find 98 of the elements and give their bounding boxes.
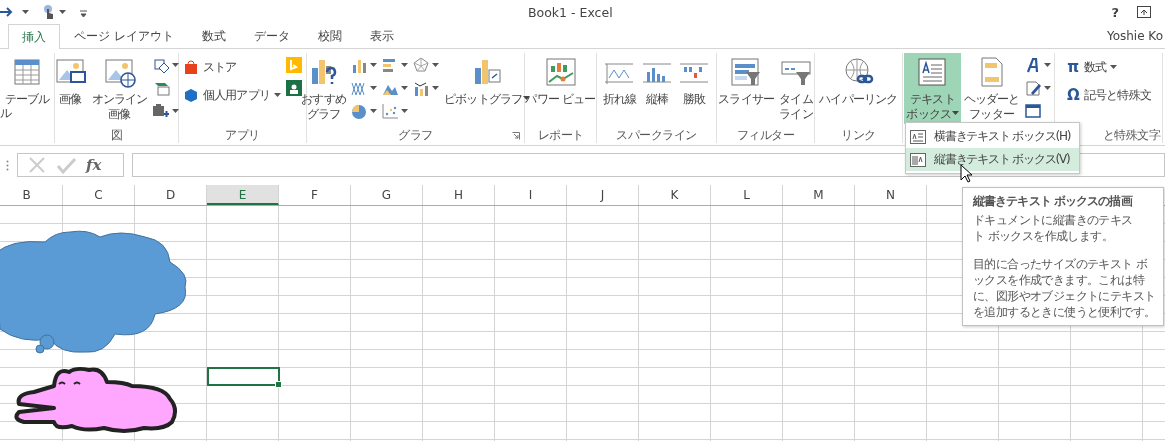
text-box-icon: [916, 56, 949, 88]
caret-icon: [370, 62, 378, 67]
column-header[interactable]: B: [0, 185, 63, 205]
ribbon-button[interactable]: 縦棒: [639, 53, 676, 123]
help-button[interactable]: ?: [1111, 4, 1119, 20]
caret-icon: [171, 108, 179, 113]
image-globe-icon: [103, 56, 136, 88]
ribbon-button[interactable]: 折れ線: [600, 53, 639, 123]
insert-function-button[interactable]: fx: [86, 156, 102, 174]
ribbon-button[interactable]: おすすめ グラフ: [299, 53, 349, 124]
column-header[interactable]: C: [63, 185, 135, 205]
ribbon-button[interactable]: スライサー: [716, 53, 777, 123]
ribbon-button[interactable]: 個人用アプリ: [180, 83, 284, 107]
group-label: スパークライン: [616, 127, 697, 143]
ribbon-tab[interactable]: データ: [239, 24, 304, 48]
table-icon: [11, 56, 43, 88]
tooltip-title: 縦書きテキスト ボックスの描画: [973, 193, 1134, 209]
group-label: リンク: [841, 127, 876, 143]
ribbon-icon-button[interactable]: [411, 55, 442, 74]
column-header[interactable]: M: [783, 185, 855, 205]
caret-icon: [1043, 85, 1051, 90]
caret-icon: [274, 93, 282, 97]
check-icon[interactable]: [56, 156, 76, 174]
tooltip-text: ドキュメントに縦書きのテキスト ボックスを作成します。: [973, 212, 1134, 244]
ribbon-button[interactable]: 画像: [52, 53, 89, 123]
caret-icon: [432, 62, 440, 67]
column-header[interactable]: K: [639, 185, 711, 205]
ribbon-button[interactable]: ストア: [180, 55, 284, 79]
caret-icon: [370, 85, 378, 90]
caret-icon: [370, 108, 378, 113]
ribbon-tab[interactable]: 表示: [355, 24, 408, 48]
wordart-icon: [1024, 56, 1041, 73]
store-icon: [182, 59, 199, 75]
caret-icon[interactable]: [59, 10, 66, 14]
column-header[interactable]: H: [423, 185, 495, 205]
ribbon-button[interactable]: パワー ビュー: [523, 53, 598, 123]
scatter-chart-icon: [382, 102, 399, 119]
ribbon-icon-button[interactable]: [380, 101, 411, 120]
column-header[interactable]: J: [567, 185, 639, 205]
ribbon-button[interactable]: ハイパーリンク: [817, 53, 900, 123]
grip-icon: [6, 159, 9, 171]
caret-icon: [401, 85, 409, 90]
slicer-icon: [730, 56, 763, 88]
window-title: Book1 - Excel: [528, 5, 613, 20]
tooltip-text: 目的に合ったサイズのテキスト ボックスを作成できます。これは特に、図形やオブジェクトにテキストを追加するときに使うと便利です。: [973, 256, 1157, 320]
power-view-icon: [544, 56, 577, 88]
caret-icon: [1110, 65, 1118, 69]
signature-icon: [1024, 79, 1041, 96]
ribbon-tab[interactable]: 校閲: [303, 24, 356, 48]
column-header[interactable]: G: [351, 185, 423, 205]
column-header[interactable]: N: [855, 185, 927, 205]
caret-icon: [1043, 62, 1051, 67]
horizontal-text-box-icon: [910, 129, 926, 144]
window-icon: [1024, 102, 1041, 119]
column-header[interactable]: F: [279, 185, 351, 205]
app-cube-icon: [182, 87, 199, 103]
ribbon-icon-button[interactable]: [150, 101, 181, 120]
camera-icon: [152, 102, 169, 119]
ribbon-button[interactable]: 勝敗: [676, 53, 713, 123]
group-label: 図: [110, 127, 123, 143]
ribbon-button-label[interactable]: ル: [0, 106, 12, 121]
menu-item[interactable]: 横書きテキスト ボックス(H): [906, 125, 1079, 148]
touch-mode-icon[interactable]: [41, 4, 55, 20]
caret-icon: [401, 108, 409, 113]
ribbon-button[interactable]: オンライン 画像: [89, 53, 150, 124]
group-label: レポート: [537, 127, 584, 143]
group-label: フィルター: [736, 127, 795, 143]
group-label: アプリ: [225, 127, 260, 143]
caret-icon: [171, 62, 179, 67]
ribbon-tab[interactable]: 挿入: [8, 24, 60, 49]
thought-cloud-shape[interactable]: [0, 229, 190, 354]
shapes-icon: [152, 56, 169, 73]
vertical-text-box-icon: [910, 152, 926, 167]
group-label: と特殊文字: [1102, 127, 1160, 143]
ribbon-button[interactable]: Ω 記号と特殊文: [1063, 83, 1154, 107]
column-header[interactable]: E: [207, 185, 279, 205]
ribbon-button[interactable]: タイム ライン: [777, 53, 815, 124]
caret-icon[interactable]: [22, 10, 29, 14]
ribbon-tab[interactable]: ページ レイアウト: [60, 24, 188, 48]
user-name[interactable]: Yoshie Ko: [1106, 29, 1165, 43]
bing-icon: [286, 56, 303, 73]
pie-chart-icon: [351, 102, 368, 119]
caret-icon: [951, 110, 959, 115]
group-label: グラフ: [398, 127, 433, 143]
menu-item[interactable]: 縦書きテキスト ボックス(V): [906, 148, 1079, 171]
ribbon-display-icon[interactable]: [1137, 6, 1151, 18]
caret-icon: [432, 85, 440, 90]
crocodile-drawing[interactable]: [14, 364, 180, 436]
column-header[interactable]: I: [495, 185, 567, 205]
ribbon-button[interactable]: テキスト ボックス: [904, 53, 961, 124]
ribbon-button[interactable]: π 数式: [1063, 55, 1154, 79]
ribbon-tab[interactable]: 数式: [187, 24, 240, 48]
caret-icon: [401, 62, 409, 67]
active-cell[interactable]: [207, 367, 280, 386]
radar-chart-icon: [413, 56, 430, 73]
dialog-launcher-icon[interactable]: [512, 132, 520, 140]
column-header[interactable]: L: [711, 185, 783, 205]
people-graph-icon: [286, 79, 303, 96]
